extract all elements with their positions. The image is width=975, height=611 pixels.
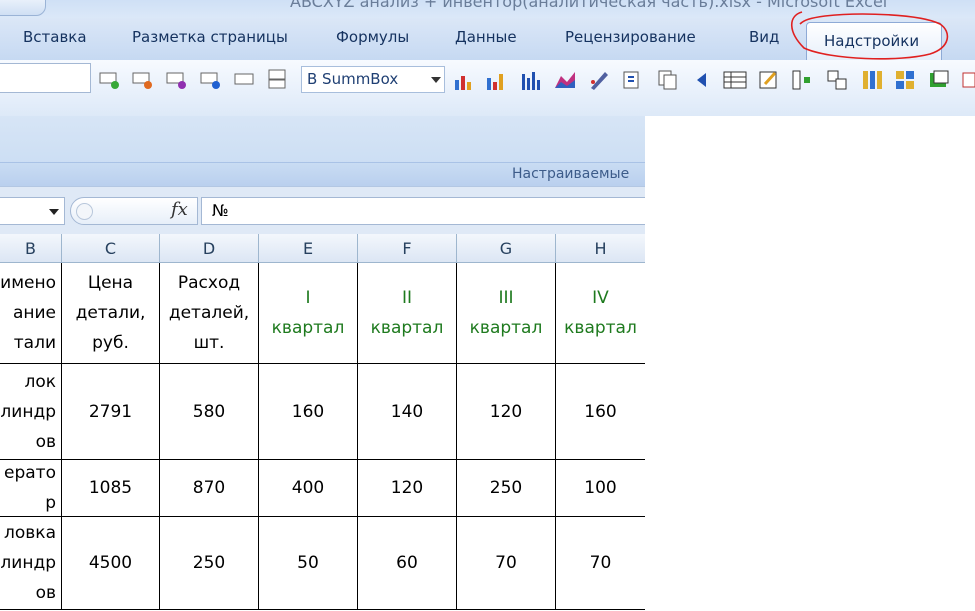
table-header-cell[interactable]: Расход деталей, шт. [160, 263, 259, 364]
grid-icon[interactable] [893, 68, 915, 90]
table-cell[interactable]: 870 [160, 460, 259, 517]
column-header-e[interactable]: E [259, 234, 358, 263]
blue-cell-icon[interactable] [199, 68, 221, 90]
ribbon-tabs: Вставка Разметка страницы Формулы Данные… [0, 18, 975, 61]
table-cell[interactable]: 50 [259, 517, 358, 610]
table-cell[interactable]: ловка илиндр ов [0, 517, 62, 610]
add-cell-icon[interactable] [98, 68, 120, 90]
table-cell[interactable]: 4500 [62, 517, 160, 610]
tab-addins[interactable]: Надстройки [806, 22, 942, 60]
spreadsheet-grid: B C D E F G H имено ание тали Цена детал… [0, 234, 645, 611]
table-cell[interactable]: 400 [259, 460, 358, 517]
table-cell[interactable]: 70 [457, 517, 556, 610]
table-header-cell[interactable]: I квартал [259, 263, 358, 364]
table-header-cell[interactable]: III квартал [457, 263, 556, 364]
title-bar: ABCXYZ анализ + инвентор(аналитическая ч… [0, 0, 975, 18]
tab-page-layout[interactable]: Разметка страницы [132, 28, 288, 46]
summbox-dropdown[interactable]: B SummBox [301, 66, 445, 93]
column-header-b[interactable]: B [0, 234, 62, 263]
number-format-icon[interactable] [266, 68, 288, 90]
ribbon-group: Настраиваемые [0, 162, 645, 187]
column-header-d[interactable]: D [160, 234, 259, 263]
pen-chart-icon[interactable] [587, 68, 609, 90]
table-header-cell[interactable]: II квартал [358, 263, 457, 364]
column-header-g[interactable]: G [457, 234, 556, 263]
tab-insert[interactable]: Вставка [23, 28, 87, 46]
window-title: ABCXYZ анализ + инвентор(аналитическая ч… [290, 0, 888, 11]
table-cell[interactable]: 60 [358, 517, 457, 610]
table-cell[interactable]: 580 [160, 364, 259, 460]
table-cell[interactable]: ерато р [0, 460, 62, 517]
table-icon[interactable] [722, 68, 747, 90]
xyz-chart-icon[interactable] [485, 68, 507, 90]
table-cell[interactable]: 70 [556, 517, 645, 610]
chevron-down-icon[interactable] [428, 67, 444, 92]
ribbon-input-box[interactable] [0, 63, 91, 93]
table-cell[interactable]: 250 [160, 517, 259, 610]
blank-area [645, 116, 975, 611]
split-icon[interactable] [790, 68, 812, 90]
ribbon-group-label: Настраиваемые [512, 166, 630, 182]
table-cell[interactable]: 140 [358, 364, 457, 460]
area-chart-icon[interactable] [553, 68, 575, 90]
column-header-h[interactable]: H [556, 234, 645, 263]
formula-input[interactable]: № [201, 197, 645, 225]
insert-function-button[interactable]: fx [171, 199, 188, 220]
formula-content: № [212, 201, 229, 220]
fx-area: fx [70, 197, 198, 225]
name-box[interactable] [0, 197, 65, 225]
formula-icon[interactable] [621, 68, 643, 90]
table-header-cell[interactable]: имено ание тали [0, 263, 62, 364]
table-cell[interactable]: 2791 [62, 364, 160, 460]
formula-bar: fx № [0, 186, 645, 235]
table-cell[interactable]: лок илиндр ов [0, 364, 62, 460]
export-icon[interactable] [927, 68, 949, 90]
tab-addins-label: Надстройки [824, 32, 920, 50]
tab-formulas[interactable]: Формулы [336, 28, 409, 46]
link-icon[interactable] [825, 68, 847, 90]
office-button[interactable] [0, 0, 46, 16]
edit-icon[interactable] [757, 68, 779, 90]
blank-box-icon[interactable] [233, 68, 255, 90]
bar-chart-icon[interactable] [519, 68, 541, 90]
table-header-cell[interactable]: Цена детали, руб. [62, 263, 160, 364]
table-cell[interactable]: 250 [457, 460, 556, 517]
table-cell[interactable]: 120 [358, 460, 457, 517]
delete-cell-icon[interactable] [131, 68, 153, 90]
table-cell[interactable]: 160 [556, 364, 645, 460]
columns-icon[interactable] [860, 68, 882, 90]
table-header-cell[interactable]: IV квартал [556, 263, 645, 364]
arrow-left-icon[interactable] [692, 68, 714, 90]
abc-chart-icon[interactable] [453, 68, 475, 90]
summbox-value: B SummBox [307, 70, 399, 88]
column-header-c[interactable]: C [62, 234, 160, 263]
column-header-f[interactable]: F [358, 234, 457, 263]
tab-review[interactable]: Рецензирование [565, 28, 696, 46]
table-cell[interactable]: 160 [259, 364, 358, 460]
more-icon[interactable] [960, 68, 975, 90]
table-cell[interactable]: 100 [556, 460, 645, 517]
table-cell[interactable]: 1085 [62, 460, 160, 517]
copy-icon[interactable] [656, 68, 678, 90]
tab-data[interactable]: Данные [455, 28, 517, 46]
table-cell[interactable]: 120 [457, 364, 556, 460]
tab-view[interactable]: Вид [749, 28, 779, 46]
chevron-down-icon[interactable] [48, 207, 60, 217]
purple-cell-icon[interactable] [165, 68, 187, 90]
expand-icon[interactable] [76, 203, 93, 220]
